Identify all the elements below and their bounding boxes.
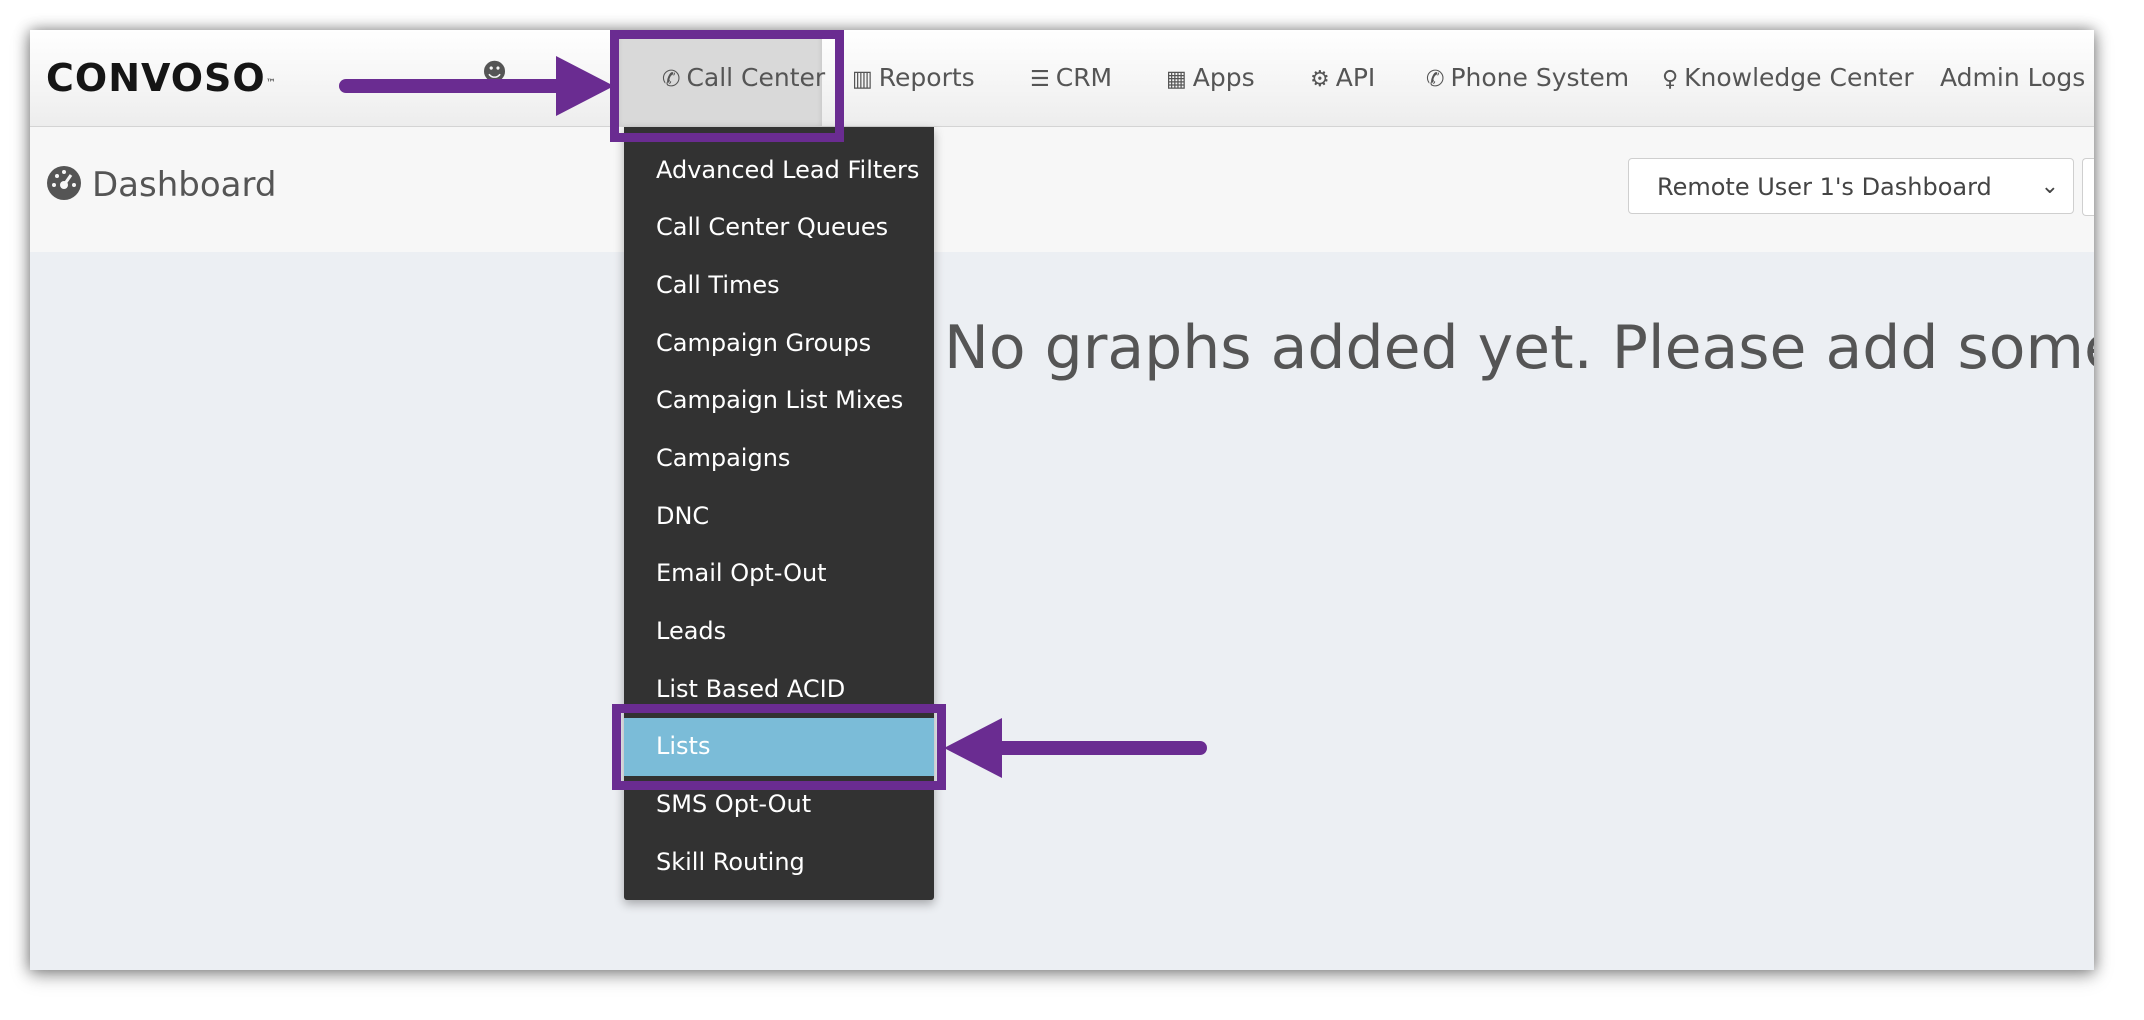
arrow-to-lists xyxy=(944,718,1207,778)
arrow-to-call-center xyxy=(339,56,614,116)
annotation-arrows xyxy=(339,56,1207,778)
